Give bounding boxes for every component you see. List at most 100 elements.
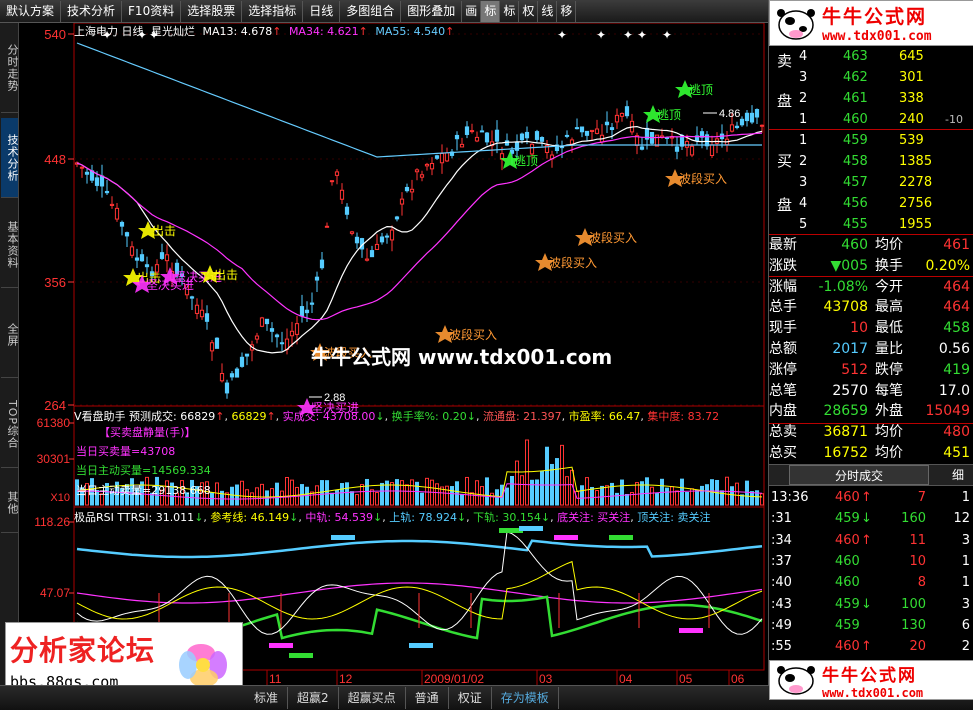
tick-row[interactable]: :31 459 ↓ 160 12 [769, 508, 973, 529]
quote-label-2: 均价 [875, 237, 903, 253]
level-change: -10 [945, 113, 963, 126]
tick-time: :49 [771, 617, 792, 633]
tick-price: 459 [835, 596, 860, 612]
tick-row[interactable]: :40 460 8 1 [769, 572, 973, 593]
cow-icon [774, 3, 818, 43]
toolbar-item-10[interactable]: 标 [500, 0, 520, 22]
quote-value: ▼005 [830, 257, 869, 274]
left-tab-5[interactable]: 其他 [1, 473, 19, 533]
toolbar-item-11[interactable]: 权 [519, 0, 539, 22]
toolbar-item-0[interactable]: 默认方案 [0, 0, 62, 22]
toolbar-item-12[interactable]: 线 [538, 0, 558, 22]
sell-level-4[interactable]: 4 463 645 [769, 46, 973, 67]
candle-body [114, 207, 120, 220]
logo-url: www.tdx001.com [822, 29, 932, 44]
tick-time: :55 [771, 639, 792, 655]
toolbar-item-6[interactable]: 多图组合 [340, 0, 402, 22]
quote-value-2: 451 [943, 445, 970, 461]
tick-row[interactable]: 13:36 460 ↑ 7 1 [769, 487, 973, 508]
volume-bar [240, 480, 244, 506]
buy-level-4[interactable]: 4 456 2756 [769, 193, 973, 214]
tick-row[interactable]: :34 460 ↑ 11 3 [769, 530, 973, 551]
tick-row[interactable]: :43 459 ↓ 100 3 [769, 594, 973, 615]
candle-body [624, 106, 630, 117]
volume-bar [510, 475, 514, 506]
toolbar-item-5[interactable]: 日线 [303, 0, 341, 22]
volume-bar [340, 483, 344, 506]
volume-bar [460, 493, 464, 506]
sell-label-2: 盘 [777, 92, 793, 110]
volume-ytick-label: 61380 [37, 416, 71, 430]
bottom-tab-4[interactable]: 标准 [245, 687, 289, 709]
signal-label: 逃顶 [657, 108, 681, 122]
bottom-tab-9[interactable]: 存为模板 [492, 687, 559, 709]
candle-body [374, 243, 380, 250]
sell-level-2[interactable]: 2 461 338 [769, 88, 973, 109]
tick-price: 460 [835, 490, 860, 505]
rsi-header: 极品RSI TTRSI: 31.011↓, 参考线: 46.149↓, 中轨: … [74, 511, 711, 524]
quote-value: 16752 [823, 445, 868, 461]
toolbar-item-8[interactable]: 画 [462, 0, 482, 22]
tick-row[interactable]: :55 460 ↑ 20 2 [769, 636, 973, 657]
tick-row[interactable]: :37 460 10 1 [769, 551, 973, 572]
candle-body [539, 137, 545, 142]
candle-body [509, 149, 515, 154]
bottom-tab-5[interactable]: 超赢2 [288, 687, 339, 709]
tab-detail[interactable]: 细 [947, 465, 969, 485]
sell-level-3[interactable]: 3 462 301 [769, 67, 973, 88]
candle-body [269, 328, 275, 332]
quote-value-2: 461 [943, 237, 970, 253]
bottom-tab-8[interactable]: 权证 [449, 687, 492, 709]
toolbar-item-7[interactable]: 图形叠加 [401, 0, 463, 22]
toolbar-item-13[interactable]: 移 [557, 0, 577, 22]
candle-body [219, 373, 225, 382]
left-tab-4[interactable]: TOP综合 [1, 383, 19, 468]
left-tab-0[interactable]: 分时走势 [1, 23, 19, 113]
volume-bar [705, 484, 709, 506]
candle-body [709, 144, 715, 157]
level-num: 4 [799, 196, 808, 211]
candle-body [139, 254, 145, 262]
candle-body [99, 175, 105, 187]
buy-level-5[interactable]: 5 455 1955 [769, 214, 973, 235]
xaxis-label: 04 [619, 672, 633, 685]
volume-bar [260, 483, 264, 506]
candle-body [329, 180, 335, 183]
bottom-tab-7[interactable]: 普通 [406, 687, 449, 709]
candle-body [384, 235, 390, 238]
level-price: 463 [843, 49, 868, 64]
candle-body [524, 131, 530, 139]
candle-body [229, 373, 235, 378]
left-tab-1[interactable]: 技术分析 [1, 118, 19, 198]
chart-area[interactable]: 540 448 356 264 61380 30301 X10 118.26 47.07 11 12… [19, 23, 768, 685]
quote-label-2: 换手 [875, 257, 903, 274]
level-price: 461 [843, 91, 868, 106]
tab-time-sales[interactable]: 分时成交 [789, 465, 929, 485]
candle-body [129, 246, 135, 256]
level-num: 1 [799, 133, 808, 148]
toolbar-item-1[interactable]: 技术分析 [61, 0, 123, 22]
left-tab-2[interactable]: 基本资料 [1, 203, 19, 288]
buy-level-1[interactable]: 1 459 539 [769, 130, 973, 151]
buy-level-3[interactable]: 3 457 2278 [769, 172, 973, 193]
left-tab-3[interactable]: 全屏 [1, 293, 19, 378]
toolbar-item-2[interactable]: F10资料 [122, 0, 182, 22]
candle-body [299, 306, 305, 317]
candle-body [739, 118, 745, 126]
toolbar-item-4[interactable]: 选择指标 [242, 0, 304, 22]
rsi-ytick-label: 118.26 [34, 515, 70, 529]
toolbar-item-3[interactable]: 选择股票 [181, 0, 243, 22]
logo-name: 牛牛公式网 [822, 665, 917, 686]
quote-value: 43708 [823, 299, 868, 316]
rsi-watch-marker [679, 628, 703, 633]
toolbar-item-9[interactable]: 标 [481, 0, 501, 22]
level-num: 5 [799, 217, 808, 232]
tick-count: 1 [961, 575, 970, 591]
tick-price: 459 [835, 511, 860, 527]
volume-bar [695, 489, 699, 506]
tick-row[interactable]: :49 459 130 6 [769, 615, 973, 636]
quote-row-5: 总额 2017 量比 0.56 [769, 339, 973, 360]
buy-level-2[interactable]: 2 458 1385 [769, 151, 973, 172]
bottom-tab-6[interactable]: 超赢买点 [339, 687, 406, 709]
sell-level-1[interactable]: 1 460 240 -10 [769, 109, 973, 130]
